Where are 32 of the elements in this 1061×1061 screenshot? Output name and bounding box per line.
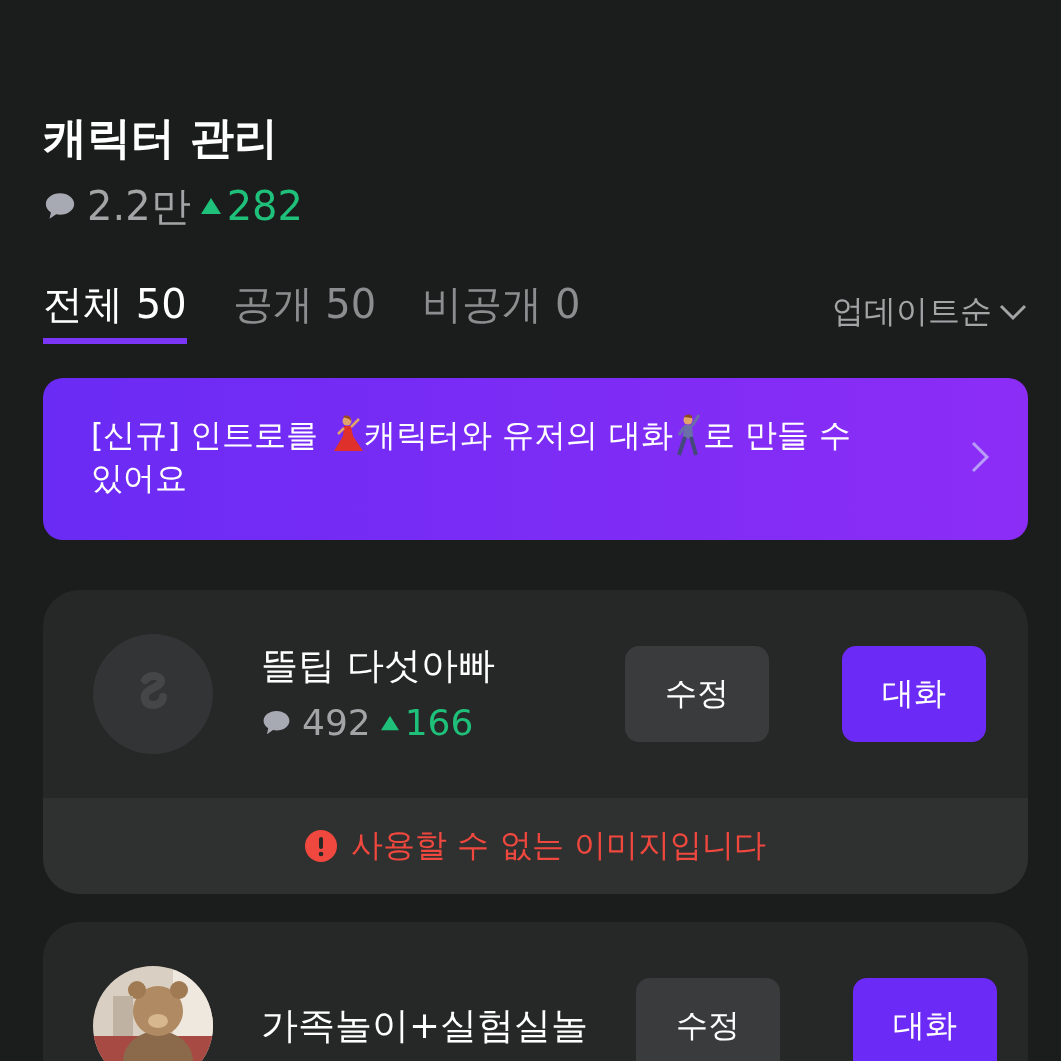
page-title: 캐릭터 관리 — [43, 112, 280, 165]
banner-text: [신규] — [91, 414, 181, 456]
announcement-banner[interactable]: [신규] 인트로를 캐릭터와 유저의 대화 로 만들 수 있어요 — [43, 377, 1028, 540]
chevron-down-icon — [998, 302, 1028, 321]
banner-text: 대화 — [608, 414, 673, 456]
tab[interactable]: 비공개 0 — [422, 279, 581, 344]
up-triangle-icon — [200, 196, 221, 217]
chat-button[interactable]: 대화 — [842, 645, 986, 742]
tab[interactable]: 전체 50 — [43, 279, 187, 344]
banner-text: 만들 — [744, 414, 810, 456]
edit-button[interactable]: 수정 — [625, 645, 769, 742]
sort-dropdown[interactable]: 업데이트순 — [832, 289, 1028, 334]
chevron-right-icon — [970, 439, 990, 474]
tab[interactable]: 공개 50 — [232, 279, 377, 344]
banner-text: 캐릭터와 — [364, 414, 494, 456]
like-count: 282 — [226, 183, 303, 230]
up-triangle-icon — [380, 714, 399, 732]
avatar-placeholder-icon — [93, 633, 213, 754]
banner-text: 있어요 — [91, 458, 187, 500]
banner-text: 유저의 — [502, 414, 600, 456]
edit-button[interactable]: 수정 — [636, 977, 780, 1061]
error-message: 사용할 수 없는 이미지입니다 — [351, 824, 766, 866]
chat-count: 2.2만 — [87, 181, 191, 231]
banner-text: 로 — [702, 414, 736, 456]
chat-button[interactable]: 대화 — [853, 977, 997, 1061]
character-name: 가족놀이+실험실놀 — [261, 1003, 588, 1048]
character-name: 뜰팁 다섯아빠 — [261, 644, 496, 689]
banner-text: 인트로를 — [190, 414, 320, 456]
error-icon — [305, 829, 338, 862]
chat-count: 492 — [302, 702, 371, 744]
banner-text: 수 — [819, 414, 852, 456]
like-count: 166 — [404, 702, 474, 744]
